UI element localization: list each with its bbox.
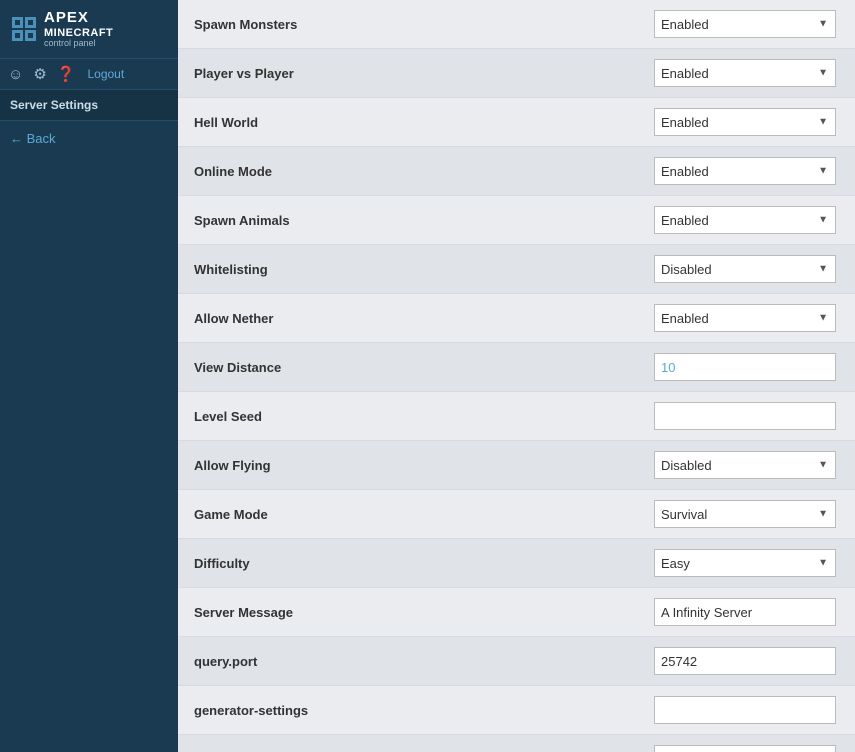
setting-control: [654, 745, 839, 752]
logo-minecraft: MINECRAFT: [44, 27, 113, 39]
setting-select-player-vs-player[interactable]: EnabledDisabled: [654, 59, 836, 87]
setting-row: generator-settings: [178, 686, 855, 735]
server-settings-label: Server Settings: [0, 90, 178, 121]
setting-control: EnabledDisabled: [654, 304, 839, 332]
logo-icon: [8, 13, 40, 45]
setting-control: EnabledDisabled: [654, 59, 839, 87]
setting-row: Level Seed: [178, 392, 855, 441]
setting-control: PeacefulEasyNormalHard: [654, 549, 839, 577]
setting-row: DifficultyPeacefulEasyNormalHard: [178, 539, 855, 588]
setting-select-spawn-monsters[interactable]: EnabledDisabled: [654, 10, 836, 38]
setting-input-query-port[interactable]: [654, 647, 836, 675]
logo-apex: APEX: [44, 10, 113, 27]
setting-input-generator-settings[interactable]: [654, 696, 836, 724]
help-icon[interactable]: ❓: [57, 65, 76, 83]
setting-select-whitelisting[interactable]: EnabledDisabled: [654, 255, 836, 283]
top-icons-bar: ☺ ⚙ ❓ Logout: [0, 59, 178, 90]
setting-control: [654, 402, 839, 430]
setting-row: View Distance: [178, 343, 855, 392]
logo-control: control panel: [44, 39, 113, 49]
setting-row: Spawn MonstersEnabledDisabled: [178, 0, 855, 49]
setting-select-difficulty[interactable]: PeacefulEasyNormalHard: [654, 549, 836, 577]
setting-control: EnabledDisabled: [654, 108, 839, 136]
person-icon[interactable]: ☺: [8, 66, 23, 83]
setting-input-server-message[interactable]: [654, 598, 836, 626]
logout-button[interactable]: Logout: [87, 67, 124, 81]
setting-label: Allow Nether: [194, 311, 654, 326]
setting-control: EnabledDisabled: [654, 451, 839, 479]
setting-label: Server Message: [194, 605, 654, 620]
logo-text: APEX MINECRAFT control panel: [44, 10, 113, 48]
setting-row: query.port: [178, 637, 855, 686]
setting-control: [654, 598, 839, 626]
setting-label: Level Seed: [194, 409, 654, 424]
setting-select-online-mode[interactable]: EnabledDisabled: [654, 157, 836, 185]
setting-control: [654, 353, 839, 381]
setting-row: Player vs PlayerEnabledDisabled: [178, 49, 855, 98]
setting-select-spawn-animals[interactable]: EnabledDisabled: [654, 206, 836, 234]
setting-input-view-distance[interactable]: [654, 353, 836, 381]
setting-input-force-gamemode[interactable]: [654, 745, 836, 752]
setting-control: SurvivalCreativeAdventureSpectator: [654, 500, 839, 528]
setting-row: Spawn AnimalsEnabledDisabled: [178, 196, 855, 245]
setting-label: Hell World: [194, 115, 654, 130]
back-button[interactable]: ← Back: [0, 121, 178, 156]
sidebar: APEX MINECRAFT control panel ☺ ⚙ ❓ Logou…: [0, 0, 178, 752]
setting-label: Player vs Player: [194, 66, 654, 81]
setting-select-allow-flying[interactable]: EnabledDisabled: [654, 451, 836, 479]
setting-label: Spawn Monsters: [194, 17, 654, 32]
setting-row: Server Message: [178, 588, 855, 637]
setting-label: Allow Flying: [194, 458, 654, 473]
logo-bar: APEX MINECRAFT control panel: [0, 0, 178, 59]
setting-label: Difficulty: [194, 556, 654, 571]
setting-input-level-seed[interactable]: [654, 402, 836, 430]
setting-control: EnabledDisabled: [654, 255, 839, 283]
setting-row: Allow NetherEnabledDisabled: [178, 294, 855, 343]
setting-label: Spawn Animals: [194, 213, 654, 228]
setting-row: force-gamemode: [178, 735, 855, 752]
setting-row: Online ModeEnabledDisabled: [178, 147, 855, 196]
setting-select-allow-nether[interactable]: EnabledDisabled: [654, 304, 836, 332]
setting-control: [654, 696, 839, 724]
setting-label: View Distance: [194, 360, 654, 375]
setting-label: Online Mode: [194, 164, 654, 179]
setting-row: WhitelistingEnabledDisabled: [178, 245, 855, 294]
setting-control: [654, 647, 839, 675]
settings-icon[interactable]: ⚙: [33, 65, 46, 83]
setting-select-game-mode[interactable]: SurvivalCreativeAdventureSpectator: [654, 500, 836, 528]
setting-row: Game ModeSurvivalCreativeAdventureSpecta…: [178, 490, 855, 539]
setting-row: Allow FlyingEnabledDisabled: [178, 441, 855, 490]
setting-control: EnabledDisabled: [654, 10, 839, 38]
setting-control: EnabledDisabled: [654, 157, 839, 185]
setting-label: Game Mode: [194, 507, 654, 522]
setting-label: generator-settings: [194, 703, 654, 718]
main-content: Spawn MonstersEnabledDisabledPlayer vs P…: [178, 0, 855, 752]
setting-select-hell-world[interactable]: EnabledDisabled: [654, 108, 836, 136]
setting-label: query.port: [194, 654, 654, 669]
setting-row: Hell WorldEnabledDisabled: [178, 98, 855, 147]
setting-label: Whitelisting: [194, 262, 654, 277]
setting-control: EnabledDisabled: [654, 206, 839, 234]
